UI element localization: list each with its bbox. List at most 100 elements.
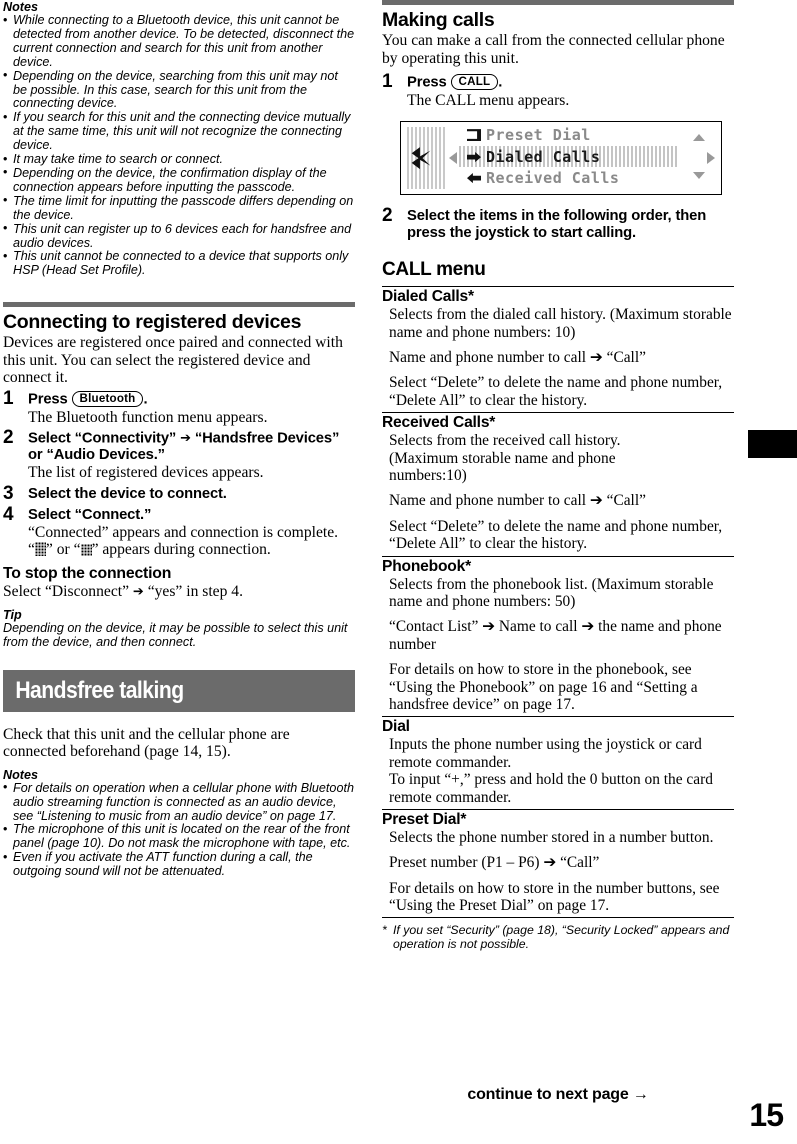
section-top-rule — [3, 302, 355, 308]
section-heading-making-calls: Making calls — [382, 9, 495, 31]
chevron-down-icon — [693, 172, 705, 180]
menu-entry-name: Dialed Calls — [382, 288, 469, 306]
menu-divider — [382, 555, 734, 557]
footnote-star: * — [489, 414, 496, 432]
step-title-pre: Select “Connectivity” — [28, 430, 177, 447]
outgoing-call-icon — [467, 152, 481, 163]
step-number: 2 — [3, 426, 14, 448]
step-title-post: . — [498, 74, 503, 91]
notes-heading: Notes — [3, 767, 38, 782]
menu-entry-name: Dial — [382, 718, 410, 736]
footnote-star: * — [468, 288, 474, 306]
footnote-star: * — [460, 811, 467, 829]
step-title: Select the items in the following order,… — [407, 208, 707, 242]
menu-entry-heading-dialed-calls: Dialed Calls* — [382, 288, 734, 306]
note-item: This unit can register up to 6 devices e… — [3, 222, 355, 251]
right-column: Making calls You can make a call from th… — [382, 0, 734, 951]
continue-to-next-page: continue to next page → — [382, 1086, 734, 1104]
tip-body: Depending on the device, it may be possi… — [3, 620, 348, 649]
notes-heading: Notes — [3, 0, 38, 14]
menu-divider — [382, 916, 734, 918]
tip-heading: Tip — [3, 607, 22, 622]
manual-page: Notes While connecting to a Bluetooth de… — [0, 0, 797, 1144]
step-number: 2 — [382, 205, 393, 227]
section-heading-connecting: Connecting to registered devices — [3, 311, 302, 334]
step-sub: The CALL menu appears. — [407, 91, 570, 109]
menu-entry-paragraph: Name and phone number to call ➔ “Call” — [389, 348, 646, 366]
bluetooth-audio-icon — [80, 544, 92, 557]
incoming-call-icon — [467, 173, 481, 184]
notes-block-bottom: Notes For details on operation when a ce… — [3, 768, 355, 879]
right-step-2: 2 Select the items in the following orde… — [382, 205, 734, 242]
call-button-pill[interactable]: CALL — [450, 74, 499, 90]
step-2: 2 Select “Connectivity” ➔ “Handsfree Dev… — [3, 426, 355, 482]
menu-entry-heading-dial: Dial — [382, 718, 734, 736]
lcd-row-label: Dialed Calls — [486, 148, 601, 167]
step-title: Press CALL. — [407, 74, 734, 92]
section-banner-handsfree-talking: Handsfree talking — [3, 669, 355, 712]
menu-entry-heading-received-calls: Received Calls* — [382, 414, 734, 432]
lcd-row-preset-dial: Preset Dial — [467, 126, 591, 144]
menu-divider — [382, 716, 734, 718]
menu-divider — [382, 412, 734, 414]
step-sub: The Bluetooth function menu appears. — [28, 408, 268, 426]
notes-block-top: Notes While connecting to a Bluetooth de… — [3, 0, 355, 278]
handsfree-intro: Check that this unit and the cellular ph… — [3, 725, 290, 761]
lcd-left-panel — [407, 127, 445, 190]
quote-open: “ — [28, 541, 35, 559]
note-item: Even if you activate the ATT function du… — [3, 850, 355, 879]
menu-entry-paragraph: Select “Delete” to delete the name and p… — [389, 517, 723, 553]
menu-entry-name: Phonebook — [382, 557, 466, 575]
arrow-icon: ➔ — [132, 584, 144, 600]
step-title: Select “Connect.” — [28, 506, 152, 523]
edge-tab-marker — [748, 430, 797, 458]
notes-list-top: While connecting to a Bluetooth device, … — [3, 13, 355, 278]
banner-title: Handsfree talking — [15, 676, 184, 704]
chevron-left-icon — [449, 152, 457, 165]
menu-entry-paragraph: For details on how to store in the phone… — [389, 661, 698, 713]
menu-entry-paragraph: “Contact List” ➔ Name to call ➔ the name… — [389, 618, 722, 653]
menu-entry-paragraph: Selects the phone number stored in a num… — [389, 829, 714, 847]
step-title: Press Bluetooth. — [28, 391, 355, 409]
chevron-right-icon — [707, 152, 715, 165]
notes-list-bottom: For details on operation when a cellular… — [3, 781, 355, 879]
stop-body-pre: Select “Disconnect” — [3, 582, 129, 600]
menu-entry-paragraph: Select “Delete” to delete the name and p… — [389, 374, 723, 409]
step-number: 1 — [382, 71, 393, 93]
lcd-row-dialed-calls: Dialed Calls — [467, 148, 600, 166]
lcd-row-received-calls: Received Calls — [467, 169, 619, 187]
menu-divider — [382, 809, 734, 811]
quote-close: ” appears during connection. — [91, 541, 271, 559]
menu-entry-paragraph: For details on how to store in the numbe… — [389, 879, 720, 915]
stop-body-post: “yes” in step 4. — [147, 582, 243, 600]
step-sub: “Connected” appears and connection is co… — [28, 523, 339, 541]
step-3: 3 Select the device to connect. — [3, 483, 355, 503]
menu-entry-paragraph: Name and phone number to call ➔ “Call” — [389, 492, 646, 510]
note-item: Depending on the device, the confirmatio… — [3, 166, 355, 195]
note-item: While connecting to a Bluetooth device, … — [3, 13, 355, 70]
menu-entry-heading-preset-dial: Preset Dial* — [382, 811, 734, 829]
section-top-rule — [382, 0, 734, 5]
note-item: The microphone of this unit is located o… — [3, 823, 355, 851]
note-item: If you search for this unit and the conn… — [3, 110, 355, 153]
stop-connection-body: Select “Disconnect” ➔ “yes” in step 4. — [3, 583, 355, 601]
footnote-text: If you set “Security” (page 18), “Securi… — [393, 922, 730, 951]
menu-divider — [382, 286, 734, 288]
footnote-star: * — [382, 922, 387, 937]
step-title: Select “Connectivity” ➔ “Handsfree Devic… — [28, 430, 355, 465]
preset-dial-icon — [467, 129, 481, 142]
lcd-row-label: Preset Dial — [486, 126, 591, 145]
step-title-pre: Press — [407, 74, 447, 91]
menu-entry-name: Received Calls — [382, 414, 490, 432]
menu-entry-paragraph: Selects from the received call history. … — [389, 432, 621, 484]
bluetooth-button-pill[interactable]: Bluetooth — [71, 391, 144, 407]
footnote: * If you set “Security” (page 18), “Secu… — [382, 923, 734, 951]
menu-entry-paragraph: Selects from the phonebook list. (Maximu… — [389, 575, 714, 610]
left-column: Notes While connecting to a Bluetooth de… — [3, 0, 355, 879]
note-item: This unit cannot be connected to a devic… — [3, 250, 355, 278]
note-item: The time limit for inputting the passcod… — [3, 194, 355, 223]
quote-mid: ” or “ — [45, 541, 81, 559]
footnote-star: * — [465, 557, 471, 575]
step-number: 4 — [3, 503, 14, 525]
menu-entry-paragraph: Inputs the phone number using the joysti… — [389, 736, 713, 806]
